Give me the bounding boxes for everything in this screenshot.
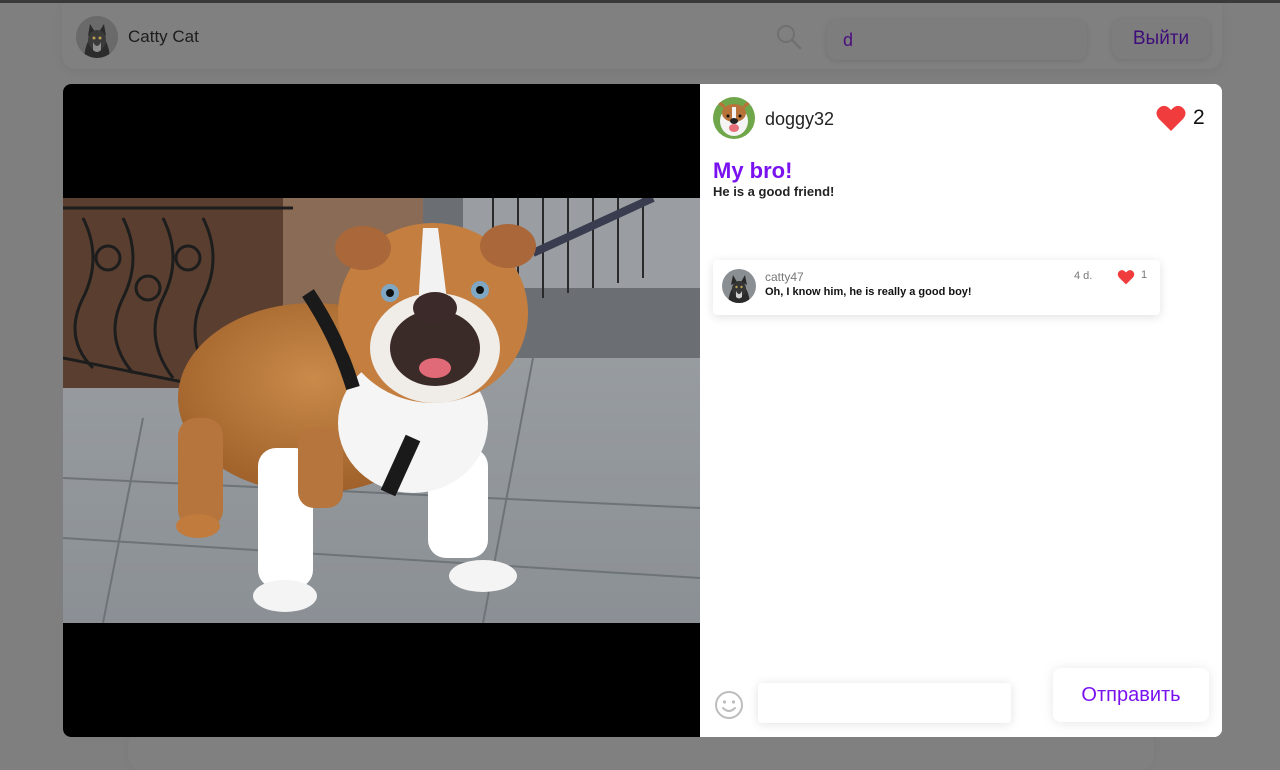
comment-text: Oh, I know him, he is really a good boy! (765, 286, 972, 298)
current-username: Catty Cat (128, 27, 199, 46)
search-input[interactable] (827, 20, 1087, 60)
comment-author-name[interactable]: catty47 (765, 270, 804, 284)
comment-like-count: 1 (1141, 269, 1148, 281)
logout-button[interactable]: Выйти (1112, 19, 1210, 59)
send-comment-button[interactable]: Отправить (1053, 668, 1209, 722)
comment-timestamp: 4 d. (1074, 270, 1093, 282)
post-like-count: 2 (1193, 106, 1205, 129)
post-author-name[interactable]: doggy32 (765, 109, 834, 130)
post-media-pane (63, 84, 700, 737)
post-photo (63, 198, 700, 623)
app-header: Catty Cat Выйти (62, 3, 1222, 69)
comment-heart-icon[interactable] (1117, 269, 1135, 285)
post-modal: doggy32 2 My bro! He is a good friend! c… (63, 84, 1222, 737)
comment-input[interactable] (758, 683, 1011, 723)
smiley-icon[interactable] (714, 690, 744, 720)
heart-icon[interactable] (1156, 104, 1186, 132)
post-title: My bro! (713, 158, 793, 183)
post-author-avatar[interactable] (713, 97, 755, 139)
current-user-avatar[interactable] (76, 16, 118, 58)
post-description: He is a good friend! (713, 184, 835, 199)
comment-item: catty47 Oh, I know him, he is really a g… (713, 260, 1160, 315)
post-details-pane: doggy32 2 My bro! He is a good friend! c… (700, 84, 1222, 737)
search-icon[interactable] (776, 24, 802, 50)
comment-author-avatar[interactable] (722, 269, 756, 303)
